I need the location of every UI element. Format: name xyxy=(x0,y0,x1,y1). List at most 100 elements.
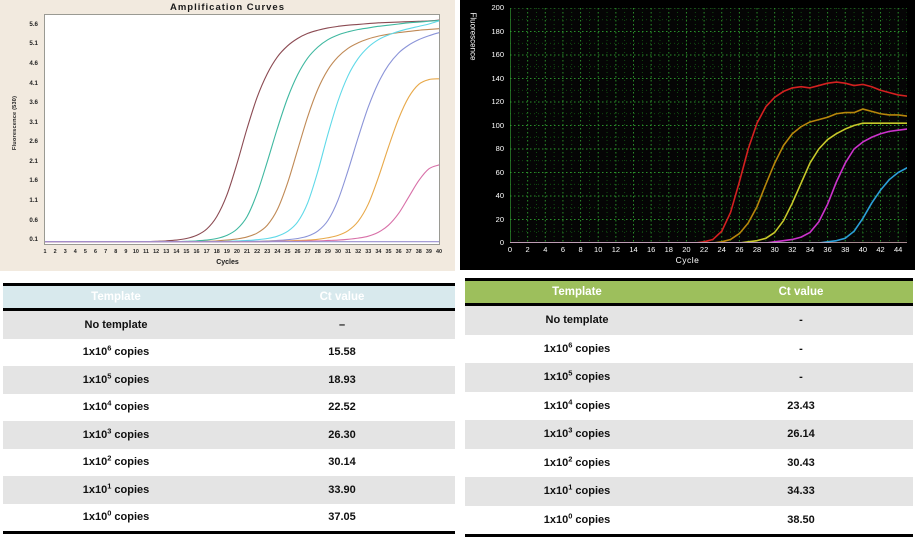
cell-ct-value: 33.90 xyxy=(328,483,356,496)
curve-1x10-1-copies xyxy=(509,128,908,244)
left-amplification-chart: Amplification Curves Fluorescence (530) … xyxy=(0,0,455,271)
right-rule-bottom xyxy=(465,534,913,537)
exponent: 1 xyxy=(107,481,112,491)
left-table-foot xyxy=(3,531,455,534)
cell-template: No template xyxy=(545,314,609,327)
figure-root: Amplification Curves Fluorescence (530) … xyxy=(0,0,915,541)
right-x-tick: 32 xyxy=(788,245,797,254)
cell-ct-value: 30.14 xyxy=(328,456,356,469)
left-y-tick: 3.1 xyxy=(29,118,38,126)
table-row: 1x102 copies 30.14 xyxy=(3,448,455,476)
right-x-tick: 38 xyxy=(841,245,850,254)
curve-1x10-2-copies xyxy=(44,32,440,243)
cell-template: 1x102 copies xyxy=(82,453,150,469)
left-y-tick: 5.1 xyxy=(29,40,38,48)
left-panel: Amplification Curves Fluorescence (530) … xyxy=(0,0,455,541)
right-plot-area xyxy=(509,7,908,244)
left-plot-area xyxy=(44,14,440,245)
table-row: 1x103 copies 26.14 xyxy=(465,420,913,449)
right-header-row: Template Ct value xyxy=(465,281,913,303)
cell-template: 1x100 copies xyxy=(543,511,611,526)
curve-1x10-3-copies xyxy=(509,108,908,244)
cell-ct-value: 30.43 xyxy=(787,456,815,469)
right-y-axis-label: Fluorescence xyxy=(468,12,478,61)
table-row: 1x106 copies 15.58 xyxy=(3,338,455,366)
left-header-row: Template Ct value xyxy=(3,286,455,308)
exponent: 4 xyxy=(568,397,573,407)
cell-template: 1x101 copies xyxy=(543,482,611,498)
left-y-tick: 4.6 xyxy=(29,59,38,67)
cell-ct-value: 23.43 xyxy=(787,399,815,412)
right-y-tick: 160 xyxy=(491,50,504,59)
cell-ct-value: 18.93 xyxy=(328,373,356,386)
left-y-tick: 0.6 xyxy=(29,216,38,224)
left-ct-table: Template Ct value No template – 1x106 copi… xyxy=(3,283,455,534)
right-x-tick: 44 xyxy=(894,245,903,254)
exponent: 5 xyxy=(107,371,112,381)
right-table-head: Template Ct value xyxy=(465,278,913,306)
table-row: 1x106 copies - xyxy=(465,334,913,363)
cell-ct-value: 37.05 xyxy=(328,511,356,524)
table-row: 1x105 copies 18.93 xyxy=(3,366,455,394)
right-y-tick: 60 xyxy=(495,167,504,177)
right-x-tick: 8 xyxy=(578,245,583,254)
cell-template: 1x106 copies xyxy=(543,340,611,355)
right-y-tick: 100 xyxy=(491,120,504,130)
table-row: 1x101 copies 33.90 xyxy=(3,476,455,504)
right-y-tick: 120 xyxy=(491,97,504,106)
left-header-template: Template xyxy=(91,291,141,303)
right-x-tick: 18 xyxy=(664,245,673,254)
left-y-tick: 1.6 xyxy=(29,177,38,185)
left-y-tick: 4.1 xyxy=(29,79,38,87)
curve-1x10-5-copies xyxy=(44,19,440,243)
right-amplification-chart: Fluorescence 0 20 40 60 80 100 120 140 160 180 200… xyxy=(460,0,915,270)
right-y-tick: 40 xyxy=(495,191,504,200)
curve-1x10-6-copies xyxy=(44,19,440,243)
left-rule-bottom xyxy=(3,531,455,534)
right-x-tick: 2 xyxy=(525,245,530,254)
table-row: 1x104 copies 22.52 xyxy=(3,393,455,421)
right-x-tick: 14 xyxy=(629,245,638,254)
exponent: 6 xyxy=(568,340,573,350)
right-y-tick: 80 xyxy=(495,144,504,153)
right-y-tick: 20 xyxy=(495,214,504,224)
right-header-template: Template xyxy=(552,286,602,298)
left-rule-bottom-row xyxy=(3,531,455,534)
cell-template: 1x102 copies xyxy=(543,454,611,469)
cell-template: 1x100 copies xyxy=(82,508,150,524)
right-x-tick: 12 xyxy=(611,245,621,254)
table-row: 1x102 copies 30.43 xyxy=(465,448,913,477)
curve-1x10-2-copies xyxy=(509,122,908,244)
curve-1x10-4-copies xyxy=(509,81,908,244)
right-y-tick: 180 xyxy=(491,26,504,36)
table-row: 1x100 copies 38.50 xyxy=(465,505,913,534)
cell-ct-value: 34.33 xyxy=(787,485,815,498)
cell-template: 1x105 copies xyxy=(82,371,150,386)
table-row: 1x104 copies 23.43 xyxy=(465,391,913,420)
right-x-tick: 30 xyxy=(770,245,779,254)
exponent: 2 xyxy=(107,453,112,463)
right-x-tick: 26 xyxy=(735,245,744,254)
right-x-tick: 40 xyxy=(858,245,868,254)
right-x-tick: 16 xyxy=(646,245,656,254)
right-y-tick: 0 xyxy=(499,238,504,247)
right-panel: Fluorescence 0 20 40 60 80 100 120 140 160 180 200… xyxy=(460,0,915,541)
right-x-tick: 22 xyxy=(699,245,709,254)
cell-ct-value: 26.30 xyxy=(328,428,356,441)
left-y-tick: 2.6 xyxy=(29,138,38,146)
table-row: No template - xyxy=(465,306,913,335)
exponent: 2 xyxy=(568,454,573,464)
right-rule-bottom-row xyxy=(465,534,913,537)
exponent: 3 xyxy=(568,425,573,435)
right-table-foot xyxy=(465,534,913,537)
cell-template: 1x101 copies xyxy=(82,481,150,496)
cell-ct-value: - xyxy=(799,371,803,384)
cell-ct-value: 22.52 xyxy=(328,401,356,414)
cell-template: 1x105 copies xyxy=(543,368,611,384)
exponent: 1 xyxy=(568,482,573,492)
left-table-head: Template Ct value xyxy=(3,283,455,311)
cell-ct-value: 15.58 xyxy=(328,346,356,359)
cell-ct-value: 26.14 xyxy=(787,428,815,441)
table-row: 1x100 copies 37.05 xyxy=(3,503,455,531)
exponent: 5 xyxy=(568,368,573,378)
